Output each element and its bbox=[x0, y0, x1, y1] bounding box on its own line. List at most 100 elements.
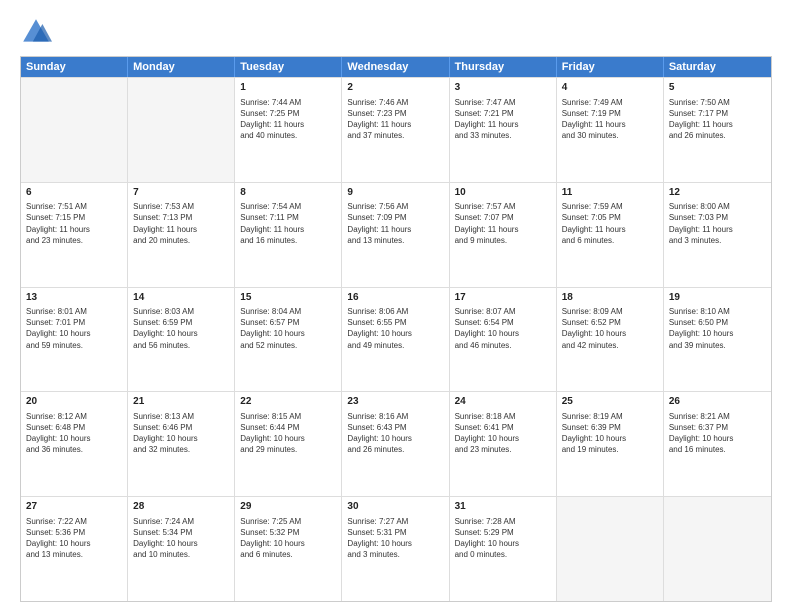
day-number: 24 bbox=[455, 395, 551, 409]
calendar-row-1: 6Sunrise: 7:51 AM Sunset: 7:15 PM Daylig… bbox=[21, 182, 771, 287]
calendar-cell: 13Sunrise: 8:01 AM Sunset: 7:01 PM Dayli… bbox=[21, 288, 128, 392]
logo bbox=[20, 16, 56, 48]
calendar-cell: 2Sunrise: 7:46 AM Sunset: 7:23 PM Daylig… bbox=[342, 78, 449, 182]
calendar-cell: 15Sunrise: 8:04 AM Sunset: 6:57 PM Dayli… bbox=[235, 288, 342, 392]
calendar-cell: 18Sunrise: 8:09 AM Sunset: 6:52 PM Dayli… bbox=[557, 288, 664, 392]
day-info: Sunrise: 8:21 AM Sunset: 6:37 PM Dayligh… bbox=[669, 411, 766, 456]
day-info: Sunrise: 7:56 AM Sunset: 7:09 PM Dayligh… bbox=[347, 201, 443, 246]
day-number: 14 bbox=[133, 291, 229, 305]
day-number: 16 bbox=[347, 291, 443, 305]
calendar-cell: 9Sunrise: 7:56 AM Sunset: 7:09 PM Daylig… bbox=[342, 183, 449, 287]
day-info: Sunrise: 7:27 AM Sunset: 5:31 PM Dayligh… bbox=[347, 516, 443, 561]
logo-icon bbox=[20, 16, 52, 48]
day-info: Sunrise: 7:25 AM Sunset: 5:32 PM Dayligh… bbox=[240, 516, 336, 561]
calendar-cell: 3 Sunrise: 7:47 AM Sunset: 7:21 PM Daylig… bbox=[450, 78, 557, 182]
day-info: Sunrise: 7:28 AM Sunset: 5:29 PM Dayligh… bbox=[455, 516, 551, 561]
calendar-cell: 26 Sunrise: 8:21 AM Sunset: 6:37 PM Dayli… bbox=[664, 392, 771, 496]
day-info: Sunrise: 8:15 AM Sunset: 6:44 PM Dayligh… bbox=[240, 411, 336, 456]
day-number: 18 bbox=[562, 291, 658, 305]
day-info: Sunrise: 8:09 AM Sunset: 6:52 PM Dayligh… bbox=[562, 306, 658, 351]
day-number: 26 bbox=[669, 395, 766, 409]
day-info: Sunrise: 7:44 AM Sunset: 7:25 PM Dayligh… bbox=[240, 97, 336, 142]
calendar-cell bbox=[664, 497, 771, 601]
day-number: 3 bbox=[455, 81, 551, 95]
day-info: Sunrise: 7:22 AM Sunset: 5:36 PM Dayligh… bbox=[26, 516, 122, 561]
calendar-cell: 14Sunrise: 8:03 AM Sunset: 6:59 PM Dayli… bbox=[128, 288, 235, 392]
day-info: Sunrise: 7:24 AM Sunset: 5:34 PM Dayligh… bbox=[133, 516, 229, 561]
calendar-body: 1 Sunrise: 7:44 AM Sunset: 7:25 PM Daylig… bbox=[21, 77, 771, 601]
day-number: 6 bbox=[26, 186, 122, 200]
calendar-cell: 4Sunrise: 7:49 AM Sunset: 7:19 PM Daylig… bbox=[557, 78, 664, 182]
day-number: 20 bbox=[26, 395, 122, 409]
day-info: Sunrise: 7:50 AM Sunset: 7:17 PM Dayligh… bbox=[669, 97, 766, 142]
day-info: Sunrise: 8:03 AM Sunset: 6:59 PM Dayligh… bbox=[133, 306, 229, 351]
calendar-cell: 7Sunrise: 7:53 AM Sunset: 7:13 PM Daylig… bbox=[128, 183, 235, 287]
calendar-cell: 11Sunrise: 7:59 AM Sunset: 7:05 PM Dayli… bbox=[557, 183, 664, 287]
calendar-cell: 10Sunrise: 7:57 AM Sunset: 7:07 PM Dayli… bbox=[450, 183, 557, 287]
calendar-cell: 5 Sunrise: 7:50 AM Sunset: 7:17 PM Daylig… bbox=[664, 78, 771, 182]
calendar-cell: 27Sunrise: 7:22 AM Sunset: 5:36 PM Dayli… bbox=[21, 497, 128, 601]
day-number: 19 bbox=[669, 291, 766, 305]
day-info: Sunrise: 8:00 AM Sunset: 7:03 PM Dayligh… bbox=[669, 201, 766, 246]
day-number: 9 bbox=[347, 186, 443, 200]
day-number: 23 bbox=[347, 395, 443, 409]
calendar-cell: 23 Sunrise: 8:16 AM Sunset: 6:43 PM Dayli… bbox=[342, 392, 449, 496]
day-number: 10 bbox=[455, 186, 551, 200]
day-info: Sunrise: 8:10 AM Sunset: 6:50 PM Dayligh… bbox=[669, 306, 766, 351]
header-day-saturday: Saturday bbox=[664, 57, 771, 77]
calendar-cell: 21 Sunrise: 8:13 AM Sunset: 6:46 PM Dayli… bbox=[128, 392, 235, 496]
day-info: Sunrise: 7:47 AM Sunset: 7:21 PM Dayligh… bbox=[455, 97, 551, 142]
day-info: Sunrise: 8:06 AM Sunset: 6:55 PM Dayligh… bbox=[347, 306, 443, 351]
day-info: Sunrise: 8:16 AM Sunset: 6:43 PM Dayligh… bbox=[347, 411, 443, 456]
calendar-cell: 17Sunrise: 8:07 AM Sunset: 6:54 PM Dayli… bbox=[450, 288, 557, 392]
day-info: Sunrise: 7:57 AM Sunset: 7:07 PM Dayligh… bbox=[455, 201, 551, 246]
calendar-cell: 19Sunrise: 8:10 AM Sunset: 6:50 PM Dayli… bbox=[664, 288, 771, 392]
day-number: 7 bbox=[133, 186, 229, 200]
calendar: SundayMondayTuesdayWednesdayThursdayFrid… bbox=[20, 56, 772, 602]
day-number: 22 bbox=[240, 395, 336, 409]
calendar-cell: 24 Sunrise: 8:18 AM Sunset: 6:41 PM Dayli… bbox=[450, 392, 557, 496]
header-day-friday: Friday bbox=[557, 57, 664, 77]
day-info: Sunrise: 7:49 AM Sunset: 7:19 PM Dayligh… bbox=[562, 97, 658, 142]
day-number: 12 bbox=[669, 186, 766, 200]
day-number: 31 bbox=[455, 500, 551, 514]
calendar-cell: 30Sunrise: 7:27 AM Sunset: 5:31 PM Dayli… bbox=[342, 497, 449, 601]
day-info: Sunrise: 8:07 AM Sunset: 6:54 PM Dayligh… bbox=[455, 306, 551, 351]
day-number: 11 bbox=[562, 186, 658, 200]
header-day-tuesday: Tuesday bbox=[235, 57, 342, 77]
header bbox=[20, 16, 772, 48]
day-number: 1 bbox=[240, 81, 336, 95]
day-info: Sunrise: 7:59 AM Sunset: 7:05 PM Dayligh… bbox=[562, 201, 658, 246]
day-number: 15 bbox=[240, 291, 336, 305]
header-day-thursday: Thursday bbox=[450, 57, 557, 77]
header-day-sunday: Sunday bbox=[21, 57, 128, 77]
calendar-cell bbox=[128, 78, 235, 182]
calendar-row-4: 27Sunrise: 7:22 AM Sunset: 5:36 PM Dayli… bbox=[21, 496, 771, 601]
day-info: Sunrise: 8:18 AM Sunset: 6:41 PM Dayligh… bbox=[455, 411, 551, 456]
day-number: 13 bbox=[26, 291, 122, 305]
calendar-cell: 28Sunrise: 7:24 AM Sunset: 5:34 PM Dayli… bbox=[128, 497, 235, 601]
calendar-cell: 12Sunrise: 8:00 AM Sunset: 7:03 PM Dayli… bbox=[664, 183, 771, 287]
day-info: Sunrise: 8:13 AM Sunset: 6:46 PM Dayligh… bbox=[133, 411, 229, 456]
calendar-cell bbox=[21, 78, 128, 182]
day-info: Sunrise: 7:53 AM Sunset: 7:13 PM Dayligh… bbox=[133, 201, 229, 246]
day-number: 5 bbox=[669, 81, 766, 95]
day-number: 17 bbox=[455, 291, 551, 305]
calendar-cell: 6Sunrise: 7:51 AM Sunset: 7:15 PM Daylig… bbox=[21, 183, 128, 287]
calendar-row-0: 1 Sunrise: 7:44 AM Sunset: 7:25 PM Daylig… bbox=[21, 77, 771, 182]
header-day-monday: Monday bbox=[128, 57, 235, 77]
day-info: Sunrise: 7:51 AM Sunset: 7:15 PM Dayligh… bbox=[26, 201, 122, 246]
calendar-cell: 22 Sunrise: 8:15 AM Sunset: 6:44 PM Dayli… bbox=[235, 392, 342, 496]
calendar-cell: 20Sunrise: 8:12 AM Sunset: 6:48 PM Dayli… bbox=[21, 392, 128, 496]
day-info: Sunrise: 8:04 AM Sunset: 6:57 PM Dayligh… bbox=[240, 306, 336, 351]
calendar-cell bbox=[557, 497, 664, 601]
calendar-cell: 16Sunrise: 8:06 AM Sunset: 6:55 PM Dayli… bbox=[342, 288, 449, 392]
day-number: 8 bbox=[240, 186, 336, 200]
day-info: Sunrise: 8:19 AM Sunset: 6:39 PM Dayligh… bbox=[562, 411, 658, 456]
day-number: 21 bbox=[133, 395, 229, 409]
day-number: 29 bbox=[240, 500, 336, 514]
header-day-wednesday: Wednesday bbox=[342, 57, 449, 77]
calendar-row-3: 20Sunrise: 8:12 AM Sunset: 6:48 PM Dayli… bbox=[21, 391, 771, 496]
day-info: Sunrise: 7:54 AM Sunset: 7:11 PM Dayligh… bbox=[240, 201, 336, 246]
calendar-cell: 29 Sunrise: 7:25 AM Sunset: 5:32 PM Dayli… bbox=[235, 497, 342, 601]
